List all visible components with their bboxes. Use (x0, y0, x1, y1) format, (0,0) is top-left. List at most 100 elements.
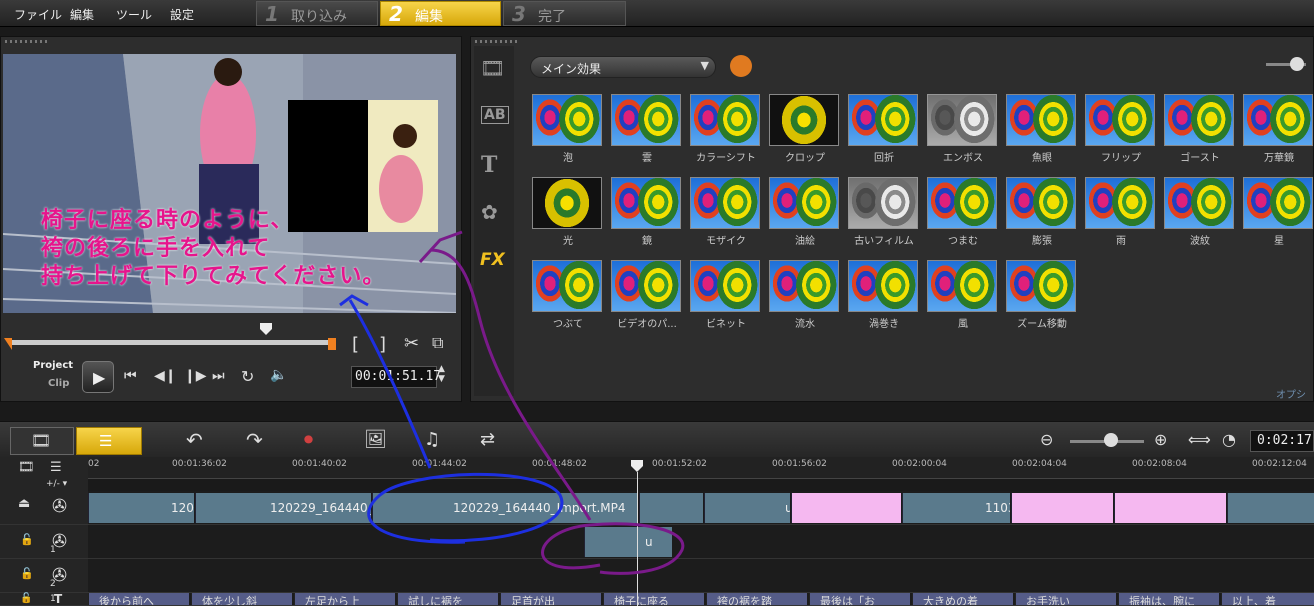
mark-in-button[interactable]: [ (352, 334, 359, 355)
lock-icon[interactable]: 🔓 (20, 533, 34, 546)
previous-frame-icon[interactable]: ◀❙ (154, 368, 177, 384)
video-clip[interactable] (1011, 493, 1113, 523)
title-clip[interactable]: 椅子に座る (603, 593, 704, 605)
title-clip[interactable]: 以上、着 (1221, 593, 1314, 605)
video-clip[interactable]: 1103 (902, 493, 1010, 523)
menu-file[interactable]: ファイル (14, 6, 62, 23)
storyboard-view-button[interactable]: 🎞 (10, 427, 74, 455)
timecode-display[interactable]: 00:01:51.17 (351, 366, 441, 388)
video-clip[interactable]: u (704, 493, 790, 523)
auto-music-icon[interactable]: ⇄ (480, 429, 495, 450)
effect-tile[interactable]: 泡 (532, 94, 604, 164)
effect-tile[interactable]: フリップ (1085, 94, 1157, 164)
clip-label[interactable]: Clip (48, 378, 69, 389)
volume-icon[interactable]: 🔈 (270, 367, 287, 383)
menu-edit[interactable]: 編集 (70, 6, 94, 23)
enlarge-preview-icon[interactable]: ⧉ (432, 333, 443, 353)
video-clip[interactable] (639, 493, 703, 523)
effect-tile[interactable]: ビデオのパ... (611, 260, 683, 330)
redo-icon[interactable]: ↷ (246, 428, 263, 452)
end-icon[interactable]: ⏭ (212, 368, 225, 384)
trim-start-handle[interactable] (4, 338, 12, 350)
title-clip[interactable]: 左足から上 (294, 593, 395, 605)
effect-tile[interactable]: 流水 (769, 260, 841, 330)
title-clip[interactable]: お手洗い (1015, 593, 1116, 605)
play-button[interactable]: ▶ (82, 361, 114, 393)
transition-icon[interactable]: AB (481, 106, 509, 124)
video-clip[interactable] (1114, 493, 1226, 523)
lock-icon[interactable]: 🔓 (20, 593, 32, 604)
timeline-view-button[interactable]: ☰ (76, 427, 142, 455)
step-share[interactable]: 3 完了 (503, 1, 626, 26)
effect-tile[interactable]: ビネット (690, 260, 762, 330)
panel-grip[interactable] (475, 40, 517, 43)
effect-tile[interactable]: 回折 (848, 94, 920, 164)
title-clip[interactable]: 袴の裾を踏 (706, 593, 807, 605)
overlay-clip[interactable]: u (584, 527, 672, 557)
video-clip[interactable] (1227, 493, 1314, 523)
effect-tile[interactable]: つまむ (927, 177, 999, 247)
menu-tools[interactable]: ツール (116, 6, 152, 23)
project-duration-icon[interactable]: ◔ (1222, 430, 1236, 449)
step-capture[interactable]: 1 取り込み (256, 1, 378, 26)
title-clip[interactable]: 大きめの着 (912, 593, 1013, 605)
effect-tile[interactable]: 波紋 (1164, 177, 1236, 247)
effect-tile[interactable]: 渦巻き (848, 260, 920, 330)
effect-tile[interactable]: 鏡 (611, 177, 683, 247)
zoom-in-icon[interactable]: ⊕ (1154, 430, 1167, 449)
project-label[interactable]: Project (33, 360, 73, 371)
step-edit[interactable]: 2 編集 (380, 1, 501, 26)
options-label[interactable]: オプシ (1276, 386, 1306, 401)
video-clip[interactable]: 120229_164440_ (195, 493, 371, 523)
title-icon[interactable]: T (481, 152, 497, 178)
menu-settings[interactable]: 設定 (170, 6, 194, 23)
split-clip-icon[interactable]: ✂ (404, 333, 419, 354)
effect-tile[interactable]: クロップ (769, 94, 841, 164)
effect-tile[interactable]: 風 (927, 260, 999, 330)
chapter-cue-icon[interactable]: ☰ (50, 460, 62, 475)
title-clip[interactable]: 後から前へ (88, 593, 189, 605)
effect-tile[interactable]: 魚眼 (1006, 94, 1078, 164)
track-all-icon[interactable]: ⏏ (18, 496, 30, 511)
timeline-ruler[interactable]: 02 00:01:36:02 00:01:40:02 00:01:44:02 00:01… (88, 457, 1314, 479)
sound-mixer-icon[interactable]: ♫ (424, 429, 440, 450)
zoom-out-icon[interactable]: ⊖ (1040, 430, 1053, 449)
home-icon[interactable]: ⏮ (124, 368, 137, 384)
title-clip[interactable]: 足首が出 (500, 593, 601, 605)
effect-tile[interactable]: つぶて (532, 260, 604, 330)
record-capture-icon[interactable]: ⏺ (304, 429, 313, 450)
preview-window[interactable]: 椅子に座る時のように、 袴の後ろに手を入れて 持ち上げて下りてみてください。 (3, 54, 456, 313)
effect-tile[interactable]: カラーシフト (690, 94, 762, 164)
track-manager-icon[interactable]: 🎞 (18, 460, 35, 475)
effect-tile[interactable]: 星 (1243, 177, 1314, 247)
effect-tile[interactable]: 万華鏡 (1243, 94, 1314, 164)
fit-project-icon[interactable]: ⟺ (1188, 430, 1211, 449)
video-clip[interactable]: 120 (88, 493, 194, 523)
zoom-slider-knob[interactable] (1104, 433, 1118, 447)
effect-category-dropdown[interactable]: メイン効果 ▼ (530, 56, 716, 78)
browse-icon[interactable] (730, 55, 752, 77)
title-clip[interactable]: 試しに裾を (397, 593, 498, 605)
video-clip[interactable] (791, 493, 901, 523)
next-frame-icon[interactable]: ❙▶ (184, 368, 207, 384)
repeat-icon[interactable]: ↻ (241, 367, 254, 386)
effect-tile[interactable]: ズーム移動 (1006, 260, 1078, 330)
title-clip[interactable]: 振袖は、腕に (1118, 593, 1219, 605)
effect-tile[interactable]: ゴースト (1164, 94, 1236, 164)
effect-tile[interactable]: 光 (532, 177, 604, 247)
timecode-stepper-icon[interactable]: ▲ ▼ (438, 364, 445, 384)
mark-out-button[interactable]: ] (379, 334, 386, 355)
fx-tab[interactable]: FX (480, 250, 505, 270)
effect-tile[interactable]: エンボス (927, 94, 999, 164)
effect-tile[interactable]: 雨 (1085, 177, 1157, 247)
title-clip[interactable]: 体を少し斜 (191, 593, 292, 605)
graphic-icon[interactable]: ✿ (481, 200, 498, 224)
timeline-timecode[interactable]: 0:02:17 (1250, 430, 1314, 452)
undo-icon[interactable]: ↶ (186, 428, 203, 452)
panel-grip[interactable] (5, 40, 47, 43)
scrub-bar[interactable] (10, 340, 332, 345)
replace-mode-icon[interactable]: 🖼 (364, 429, 387, 450)
effect-tile[interactable]: モザイク (690, 177, 762, 247)
effect-tile[interactable]: 油絵 (769, 177, 841, 247)
title-clip[interactable]: 最後は「お (809, 593, 910, 605)
